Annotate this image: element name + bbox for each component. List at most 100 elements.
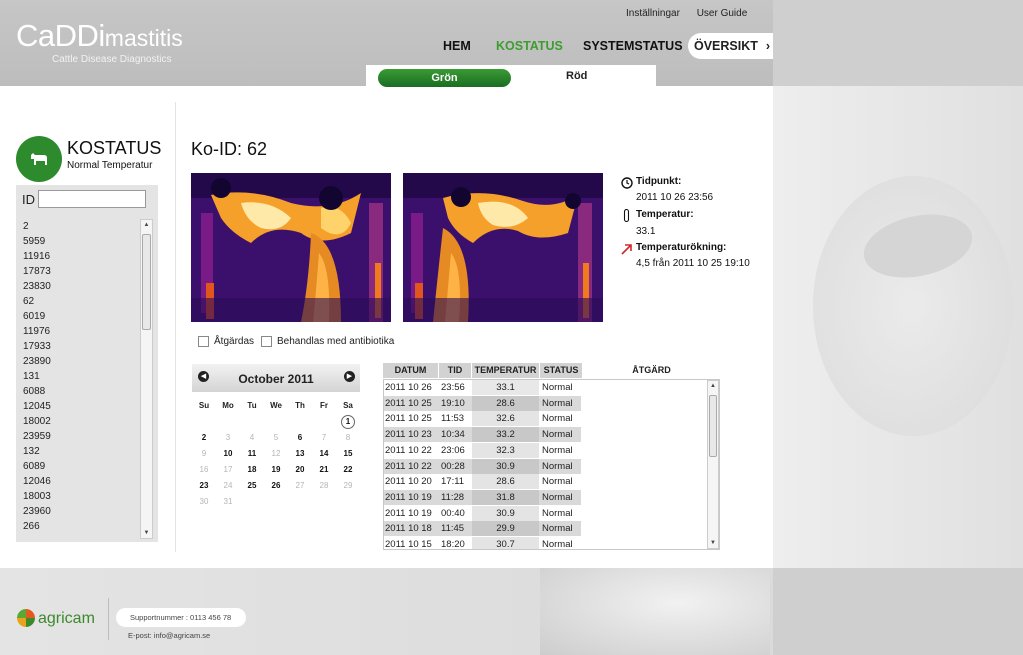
scroll-up-icon[interactable]: ▲ [141,220,152,230]
nav-oversikt[interactable]: ÖVERSIKT › [688,33,777,59]
table-row[interactable]: 2011 10 20 17:11 28.6 Normal [384,474,581,490]
id-list[interactable]: 2 5959 11916 17873 23830 62 6019 11976 17933 2389… [18,219,138,539]
calendar-day[interactable]: 6 [288,430,312,446]
id-list-item[interactable]: 2 [18,219,138,234]
id-search-input[interactable] [38,190,146,208]
subnav-rod-button[interactable]: Röd [566,70,587,82]
id-list-item[interactable]: 6088 [18,384,138,399]
calendar-day[interactable]: 26 [264,478,288,494]
subnav-gron-button[interactable]: Grön [378,69,511,87]
id-list-item[interactable]: 23890 [18,354,138,369]
table-scroll-up-icon[interactable]: ▲ [708,381,718,391]
calendar-day[interactable]: 25 [240,478,264,494]
calendar-day[interactable]: 14 [312,446,336,462]
history-table[interactable]: 2011 10 26 23:56 33.1 Normal 2011 10 25 19:10… [383,379,720,550]
calendar-day[interactable]: 3 [216,430,240,446]
atgardas-checkbox[interactable] [198,336,209,347]
support-email[interactable]: E-post: info@agricam.se [128,631,210,640]
calendar-day[interactable]: 11 [240,446,264,462]
table-row[interactable]: 2011 10 19 11:28 31.8 Normal [384,489,581,505]
table-row[interactable]: 2011 10 23 10:34 33.2 Normal [384,427,581,443]
calendar-day[interactable]: 28 [312,478,336,494]
calendar-next-icon[interactable]: ▶ [344,371,355,382]
calendar-day[interactable]: 20 [288,462,312,478]
id-list-item[interactable]: 6089 [18,459,138,474]
scroll-down-icon[interactable]: ▼ [141,528,152,538]
id-list-item[interactable]: 17933 [18,339,138,354]
id-list-item[interactable]: 12045 [18,399,138,414]
calendar-day[interactable]: 7 [312,430,336,446]
calendar-day[interactable]: 22 [336,462,360,478]
cell-temperatur: 30.9 [472,458,539,474]
link-installningar[interactable]: Inställningar [626,8,680,19]
thermal-image-right[interactable] [403,173,603,322]
id-list-item[interactable]: 17873 [18,264,138,279]
table-scrollbar[interactable]: ▲ ▼ [707,380,719,549]
table-row[interactable]: 2011 10 22 23:06 32.3 Normal [384,442,581,458]
cell-datum: 2011 10 23 [384,427,439,443]
id-list-item[interactable]: 18002 [18,414,138,429]
calendar-day[interactable]: 23 [192,478,216,494]
calendar-day[interactable]: 10 [216,446,240,462]
calendar-day[interactable]: 15 [336,446,360,462]
cell-status: Normal [539,458,581,474]
table-row[interactable]: 2011 10 26 23:56 33.1 Normal [384,380,581,395]
calendar-day[interactable]: 1 [336,414,360,430]
id-list-scrollbar[interactable]: ▲ ▼ [140,219,153,539]
id-list-item[interactable]: 23830 [18,279,138,294]
antibiotika-row[interactable]: Behandlas med antibiotika [261,336,394,347]
link-user-guide[interactable]: User Guide [697,8,748,19]
calendar-day[interactable]: 18 [240,462,264,478]
id-list-item[interactable]: 131 [18,369,138,384]
agricam-brand[interactable]: agricam [38,610,95,628]
calendar-day[interactable]: 27 [288,478,312,494]
calendar-day[interactable]: 30 [192,494,216,510]
table-row[interactable]: 2011 10 25 19:10 28.6 Normal [384,395,581,411]
nav-systemstatus[interactable]: SYSTEMSTATUS [583,39,683,53]
table-row[interactable]: 2011 10 19 00:40 30.9 Normal [384,505,581,521]
cell-tid: 11:28 [439,489,472,505]
id-list-item[interactable]: 23960 [18,504,138,519]
id-list-item[interactable]: 23959 [18,429,138,444]
calendar-day[interactable]: 16 [192,462,216,478]
atgardas-row[interactable]: Åtgärdas [198,336,254,347]
calendar-day[interactable]: 17 [216,462,240,478]
id-list-item[interactable]: 5959 [18,234,138,249]
calendar-day[interactable]: 2 [192,430,216,446]
table-scroll-down-icon[interactable]: ▼ [708,538,718,548]
calendar-day[interactable]: 24 [216,478,240,494]
calendar-day[interactable]: 31 [216,494,240,510]
calendar-day[interactable]: 9 [192,446,216,462]
id-list-item[interactable]: 12046 [18,474,138,489]
calendar-day[interactable]: 8 [336,430,360,446]
calendar-day[interactable]: 4 [240,430,264,446]
cell-datum: 2011 10 18 [384,521,439,537]
calendar-day[interactable]: 29 [336,478,360,494]
id-list-item[interactable]: 11976 [18,324,138,339]
calendar-day[interactable]: 19 [264,462,288,478]
id-list-item[interactable]: 132 [18,444,138,459]
nav-kostatus[interactable]: KOSTATUS [496,39,563,53]
id-list-item[interactable]: 62 [18,294,138,309]
id-list-item[interactable]: 18003 [18,489,138,504]
id-list-item[interactable]: 266 [18,519,138,534]
caddi-logo[interactable]: CaDDimastitis Cattle Disease Diagnostics [16,18,183,65]
thermometer-icon [623,209,630,222]
table-row[interactable]: 2011 10 15 18:20 30.7 Normal [384,537,581,549]
thermal-image-left[interactable] [191,173,391,322]
calendar-day[interactable]: 5 [264,430,288,446]
antibiotika-checkbox[interactable] [261,336,272,347]
id-list-item[interactable]: 11916 [18,249,138,264]
calendar-selected-day[interactable]: 1 [341,415,355,429]
nav-hem[interactable]: HEM [443,39,471,53]
tidpunkt-label: Tidpunkt: [636,176,682,187]
table-row[interactable]: 2011 10 22 00:28 30.9 Normal [384,458,581,474]
id-list-item[interactable]: 6019 [18,309,138,324]
calendar-day[interactable]: 13 [288,446,312,462]
table-row[interactable]: 2011 10 18 11:45 29.9 Normal [384,521,581,537]
calendar-day[interactable]: 12 [264,446,288,462]
table-row[interactable]: 2011 10 25 11:53 32.6 Normal [384,411,581,427]
id-list-scroll-thumb[interactable] [142,234,151,330]
calendar-day[interactable]: 21 [312,462,336,478]
table-scroll-thumb[interactable] [709,395,717,457]
